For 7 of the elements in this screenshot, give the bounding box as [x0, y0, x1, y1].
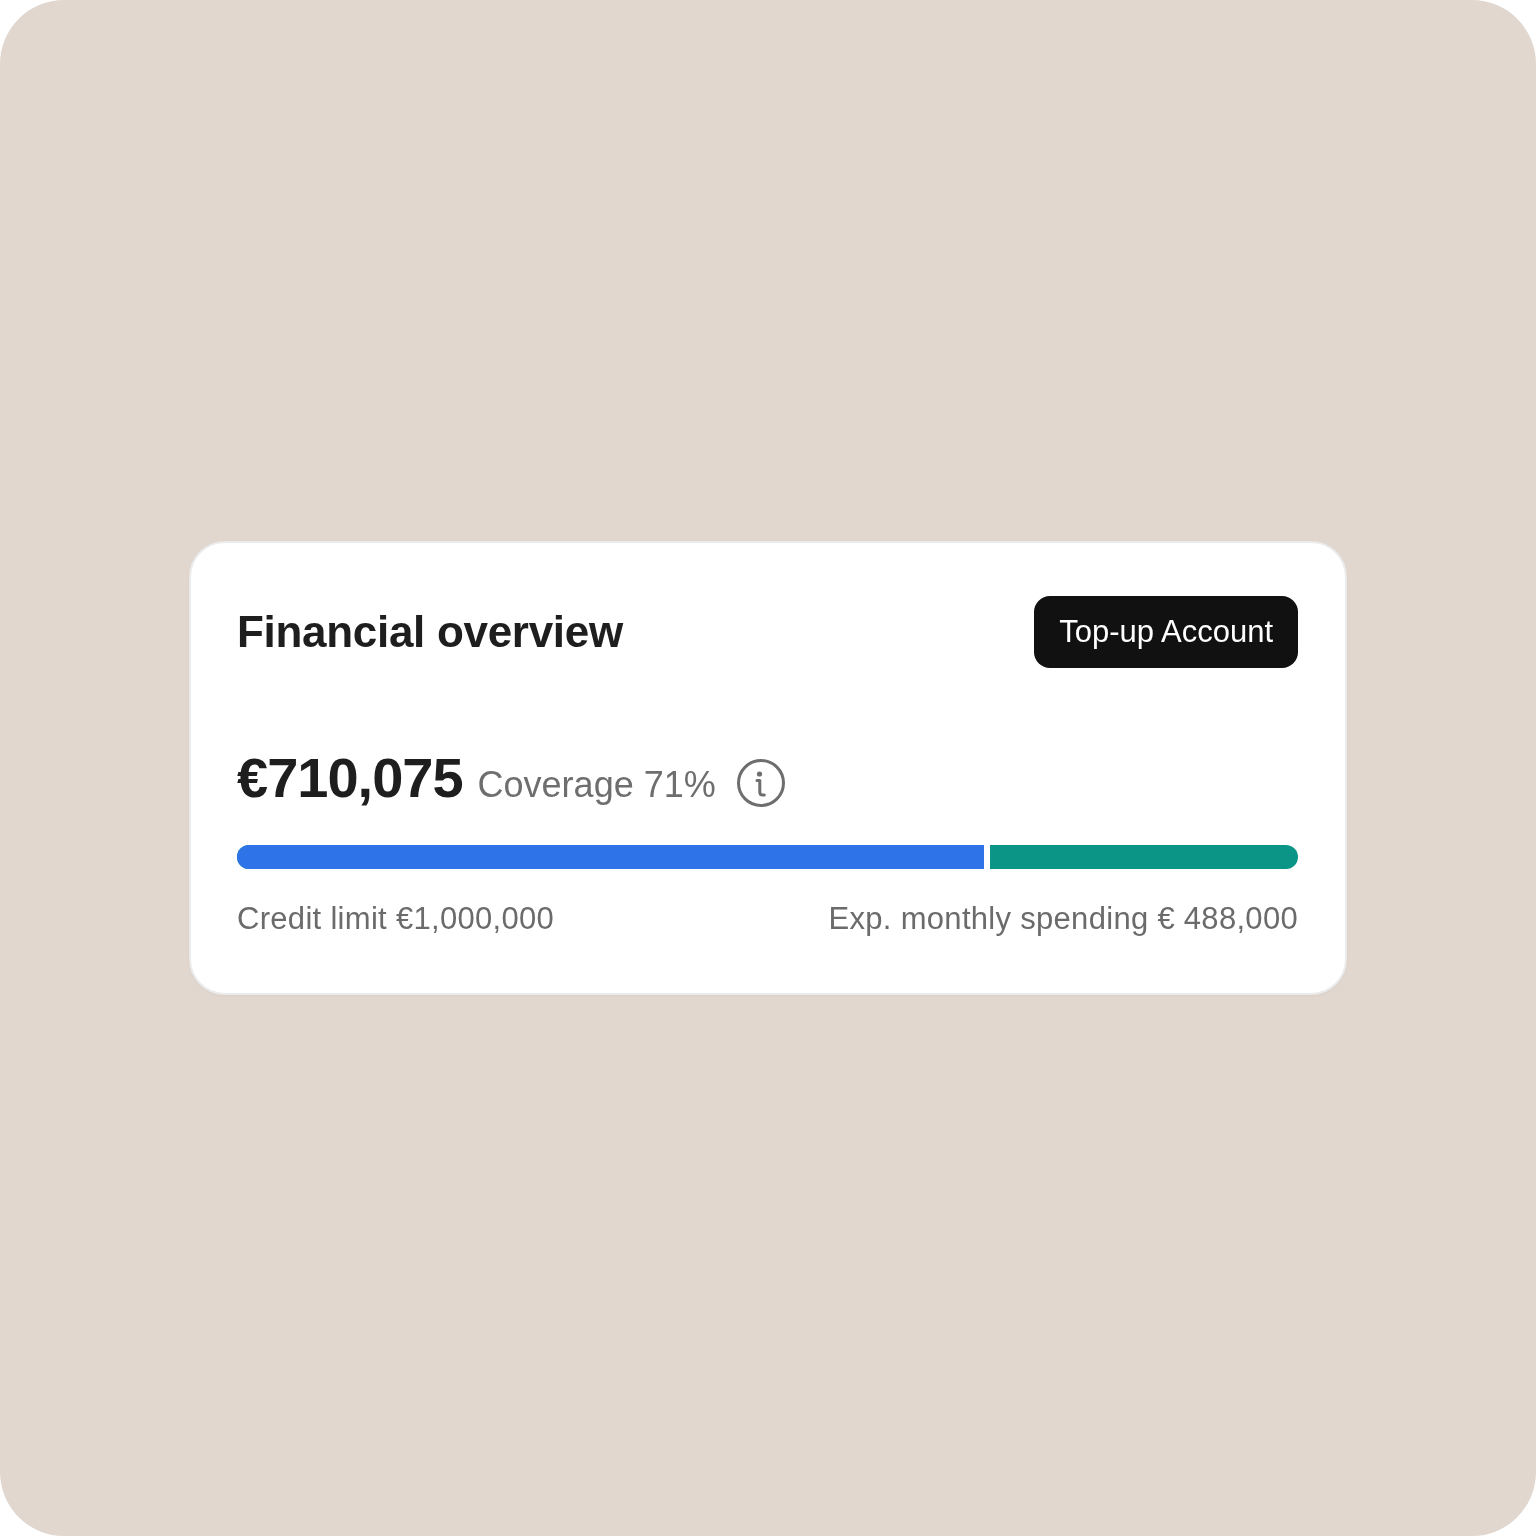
- top-up-button[interactable]: Top-up Account: [1034, 596, 1298, 669]
- credit-limit-label: Credit limit €1,000,000: [237, 900, 555, 938]
- info-icon[interactable]: [736, 759, 785, 808]
- card-title: Financial overview: [237, 606, 623, 658]
- monthly-spending-label: Exp. monthly spending € 488,000: [828, 900, 1298, 938]
- coverage-label: Coverage 71%: [477, 766, 716, 803]
- balance-amount: €710,075: [237, 749, 463, 806]
